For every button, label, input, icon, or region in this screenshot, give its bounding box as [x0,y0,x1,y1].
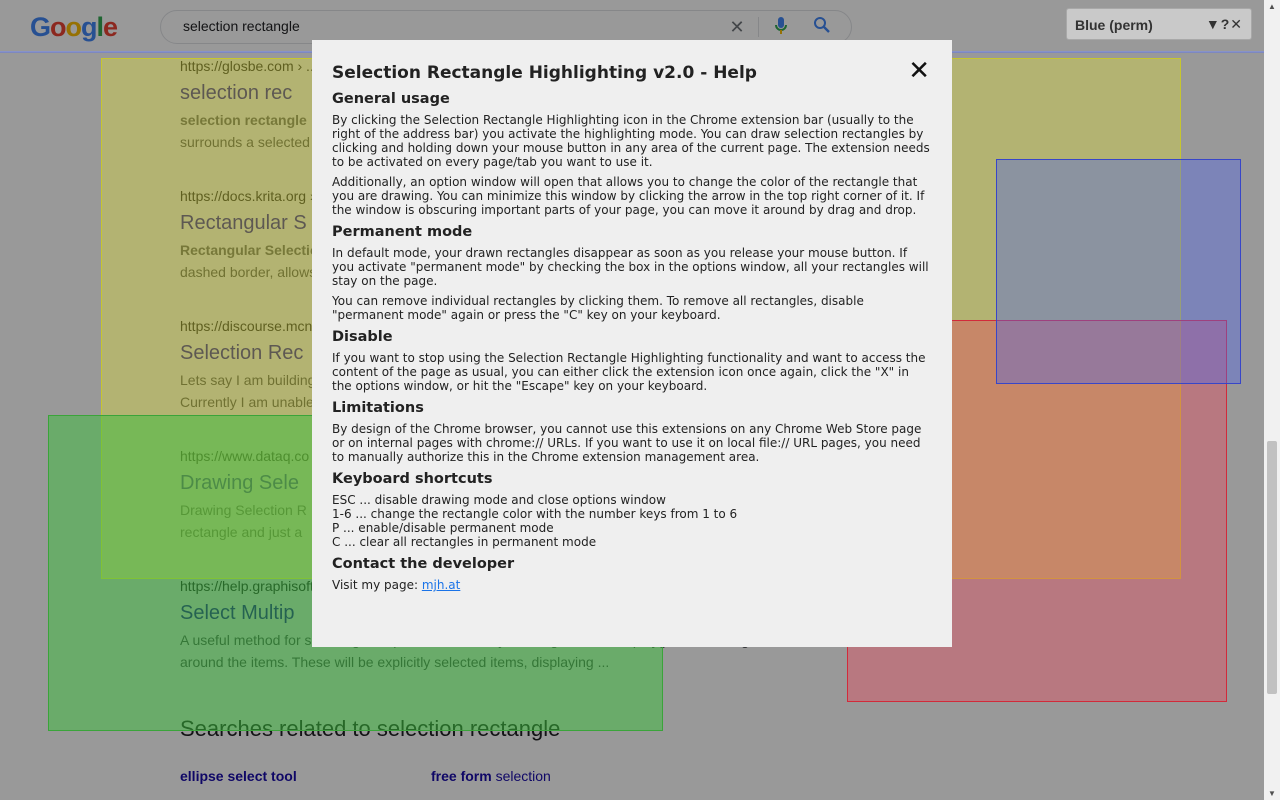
section-heading-disable: Disable [332,329,393,345]
permanent-paragraph-2: You can remove individual rectangles by … [332,294,864,322]
extension-options-window[interactable]: Blue (perm) ▼?✕ [1066,8,1252,40]
selection-rectangle-blue[interactable] [996,159,1241,384]
section-heading-shortcuts: Keyboard shortcuts [332,471,493,487]
shortcut-line: P ... enable/disable permanent mode [332,521,554,535]
help-title: Selection Rectangle Highlighting v2.0 - … [332,63,757,83]
general-paragraph-2: Additionally, an option window will open… [332,175,925,217]
disable-paragraph: If you want to stop using the Selection … [332,351,926,393]
contact-prefix: Visit my page: [332,578,422,592]
section-heading-limitations: Limitations [332,400,424,416]
dialog-close-icon[interactable]: ✕ [908,56,930,86]
general-paragraph-1: By clicking the Selection Rectangle High… [332,113,930,169]
section-heading-contact: Contact the developer [332,556,515,572]
help-icon[interactable]: ? [1221,16,1231,32]
limitations-paragraph: By design of the Chrome browser, you can… [332,422,922,464]
options-controls: ▼?✕ [1206,16,1243,33]
help-dialog: ✕ Selection Rectangle Highlighting v2.0 … [312,40,952,647]
contact-line: Visit my page: mjh.at [332,578,932,592]
minimize-arrow-icon[interactable]: ▼ [1206,16,1221,32]
shortcut-line: ESC ... disable drawing mode and close o… [332,493,666,507]
shortcut-line: 1-6 ... change the rectangle color with … [332,507,738,521]
section-heading-permanent: Permanent mode [332,224,473,240]
color-mode-label: Blue (perm) [1075,17,1153,33]
shortcut-line: C ... clear all rectangles in permanent … [332,535,597,549]
permanent-paragraph-1: In default mode, your drawn rectangles d… [332,246,929,288]
close-icon[interactable]: ✕ [1230,16,1243,32]
developer-link[interactable]: mjh.at [422,578,461,592]
scroll-down-arrow-icon[interactable]: ▼ [1268,789,1276,798]
scroll-up-arrow-icon[interactable]: ▲ [1268,2,1276,11]
page-scrollbar[interactable]: ▲ ▼ [1264,0,1280,800]
scroll-thumb[interactable] [1267,441,1277,694]
section-heading-general: General usage [332,91,450,107]
